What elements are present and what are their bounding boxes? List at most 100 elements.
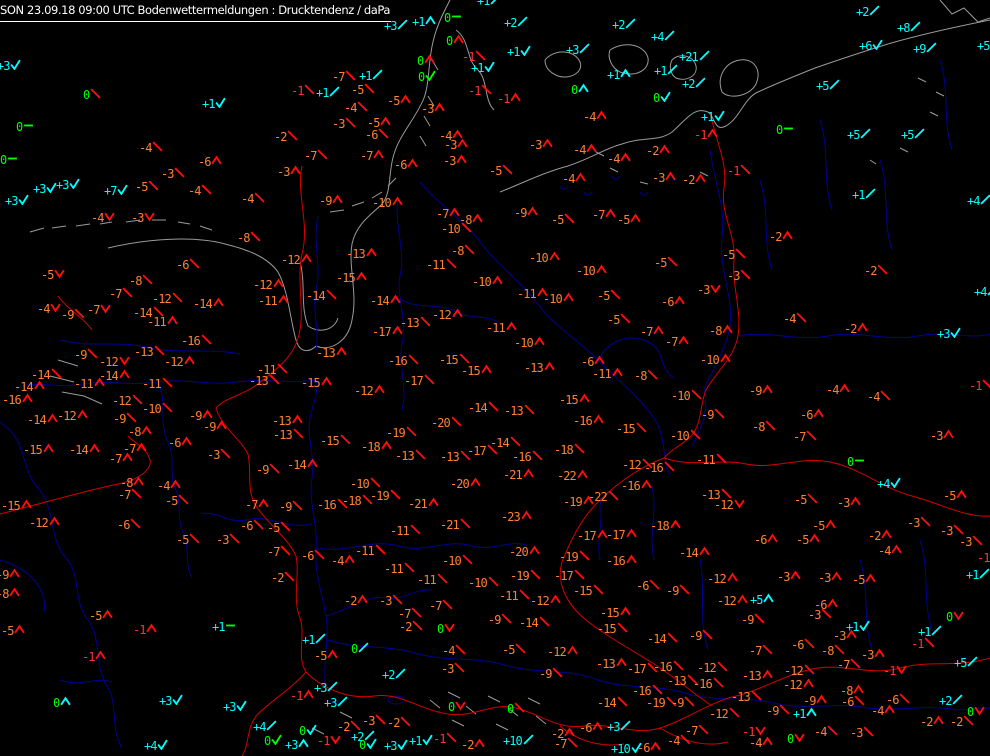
- station-report: -12: [547, 645, 578, 658]
- peak-tendency-icon: [453, 34, 464, 43]
- peak-tendency-icon: [258, 498, 270, 507]
- pressure-tendency-value: -16: [2, 393, 22, 407]
- check-tendency-icon: [271, 734, 282, 745]
- peak-tendency-icon: [407, 158, 419, 167]
- station-report: -19: [370, 488, 401, 502]
- pressure-tendency-value: -10: [350, 477, 370, 491]
- rise-tendency-icon: [625, 17, 637, 29]
- pressure-tendency-value: 0: [418, 70, 425, 84]
- station-report: +1: [302, 632, 327, 646]
- station-report: +3: [285, 738, 310, 751]
- pressure-tendency-value: -3: [216, 533, 229, 547]
- station-report: -12: [152, 291, 183, 305]
- fall-tendency-icon: [446, 257, 457, 269]
- fall-tendency-icon: [850, 657, 862, 669]
- pressure-tendency-value: 0: [946, 610, 953, 624]
- pressure-tendency-value: -7: [436, 207, 449, 221]
- pressure-tendency-value: -23: [501, 510, 521, 524]
- pressure-tendency-value: -2: [461, 738, 474, 752]
- pressure-tendency-value: -10: [441, 222, 461, 236]
- pressure-tendency-value: -10: [514, 336, 534, 350]
- check-tendency-icon: [859, 620, 871, 631]
- pressure-tendency-value: +1: [359, 69, 372, 83]
- check-tendency-icon: [366, 738, 377, 749]
- fall-tendency-icon: [487, 443, 498, 455]
- peak-tendency-icon: [891, 544, 903, 553]
- pressure-tendency-value: -17: [372, 325, 392, 339]
- fall-tendency-icon: [392, 593, 404, 605]
- pressure-tendency-value: -13: [400, 316, 420, 330]
- fall-tendency-icon: [269, 462, 281, 474]
- pressure-tendency-value: -4: [37, 302, 50, 316]
- pressure-tendency-value: -1: [468, 84, 481, 98]
- peak-tendency-icon: [428, 497, 439, 506]
- pressure-tendency-value: -4: [667, 734, 680, 748]
- station-report: -16: [693, 676, 724, 690]
- pressure-tendency-value: -11: [517, 287, 537, 301]
- fall-tendency-icon: [804, 637, 816, 649]
- pressure-tendency-value: -5: [617, 213, 630, 227]
- station-report: -19: [563, 495, 594, 508]
- pressure-tendency-value: -7: [245, 498, 258, 512]
- station-report: -8: [634, 368, 659, 382]
- station-report: +10: [503, 733, 534, 747]
- peak-tendency-icon: [167, 315, 178, 324]
- peak-tendency-icon: [803, 678, 814, 687]
- station-report: -5: [135, 179, 160, 193]
- station-report: +3: [33, 182, 58, 195]
- pressure-tendency-value: -2: [646, 144, 659, 158]
- pressure-tendency-value: -7: [360, 149, 373, 163]
- pressure-tendency-value: -19: [559, 550, 579, 564]
- pressure-tendency-value: -13: [524, 361, 544, 375]
- station-report: +7: [104, 184, 129, 197]
- peak-tendency-icon: [34, 380, 45, 389]
- fall-tendency-icon: [899, 692, 911, 704]
- pressure-tendency-value: -3: [332, 117, 345, 131]
- station-report: -15: [597, 621, 628, 635]
- station-report: 0: [0, 154, 18, 166]
- pressure-tendency-value: -10: [670, 429, 690, 443]
- fall-tendency-icon: [924, 636, 936, 648]
- pressure-tendency-value: -4: [573, 143, 586, 157]
- peak-tendency-icon: [481, 364, 492, 373]
- station-report: -3: [833, 629, 858, 642]
- pressure-tendency-value: +4: [253, 720, 266, 734]
- pressure-tendency-value: -2: [337, 720, 350, 734]
- pressure-tendency-value: -9: [514, 206, 527, 220]
- station-report: -17: [627, 661, 658, 675]
- pressure-tendency-value: -4: [867, 390, 880, 404]
- station-report: -13: [596, 657, 627, 670]
- peak-tendency-icon: [853, 684, 865, 693]
- peak-tendency-icon: [9, 568, 21, 577]
- peak-tendency-icon: [184, 355, 195, 364]
- station-report: -5: [794, 492, 819, 506]
- peak-tendency-icon: [170, 479, 182, 488]
- pressure-tendency-value: -3: [777, 570, 790, 584]
- peak-tendency-icon: [122, 452, 134, 461]
- pressure-tendency-value: -5: [943, 489, 956, 503]
- pressure-tendency-value: -9: [256, 463, 269, 477]
- station-report: -15: [461, 364, 492, 377]
- pressure-tendency-value: -8: [821, 644, 834, 658]
- pressure-tendency-value: -6: [791, 638, 804, 652]
- fall-tendency-icon: [617, 695, 628, 707]
- station-report: -4: [826, 383, 851, 396]
- pressure-tendency-value: +4: [651, 30, 664, 44]
- fall-tendency-icon: [178, 493, 190, 505]
- valley-tendency-icon: [100, 304, 112, 313]
- pressure-tendency-value: -12: [709, 707, 729, 721]
- station-report: -7: [793, 429, 818, 443]
- pressure-tendency-value: -9: [113, 412, 126, 426]
- pressure-tendency-value: -14: [27, 413, 47, 427]
- check-tendency-icon: [18, 194, 30, 205]
- pressure-tendency-value: -12: [530, 594, 550, 608]
- station-report: -1: [497, 92, 522, 105]
- peak-tendency-icon: [470, 477, 481, 486]
- station-report: 0: [847, 456, 865, 468]
- station-report: -13: [316, 346, 347, 359]
- station-report: -18: [342, 493, 373, 507]
- pressure-tendency-value: -10: [468, 576, 488, 590]
- peak-tendency-icon: [60, 696, 71, 705]
- pressure-tendency-value: -3: [850, 726, 863, 740]
- pressure-tendency-value: -1: [133, 623, 146, 637]
